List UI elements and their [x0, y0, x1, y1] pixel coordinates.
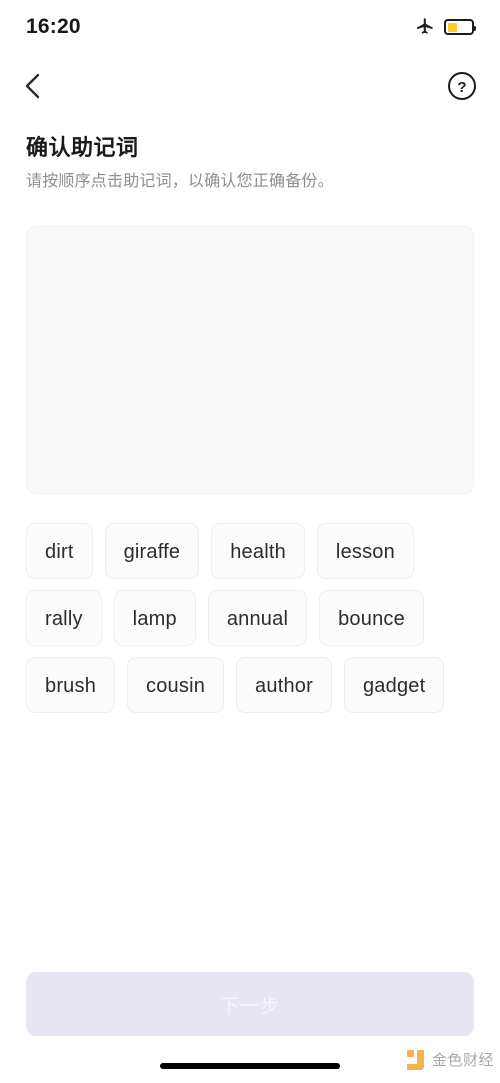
selected-words-card[interactable]: [26, 226, 474, 494]
page-subtitle: 请按顺序点击助记词，以确认您正确备份。: [26, 173, 334, 190]
word-chip-gadget[interactable]: gadget: [343, 657, 445, 713]
page-title: 确认助记词: [26, 135, 139, 160]
word-chip-rally[interactable]: rally: [26, 590, 102, 646]
back-button[interactable]: [22, 68, 58, 104]
word-chip-lesson[interactable]: lesson: [316, 523, 414, 579]
battery-icon: [444, 19, 476, 35]
next-button[interactable]: 下一步: [26, 972, 474, 1036]
watermark-text: 金色财经: [431, 1052, 494, 1069]
word-chip-lamp[interactable]: lamp: [113, 590, 196, 646]
home-indicator: [160, 1063, 340, 1069]
svg-text:?: ?: [457, 79, 466, 96]
watermark: 金色财经: [406, 1049, 494, 1070]
status-bar-indicators: [415, 17, 476, 37]
word-chip-author[interactable]: author: [236, 657, 332, 713]
word-chip-giraffe[interactable]: giraffe: [104, 523, 200, 579]
word-chip-brush[interactable]: brush: [26, 657, 116, 713]
airplane-mode-icon: [417, 18, 433, 34]
word-chip-dirt[interactable]: dirt: [26, 523, 93, 579]
chevron-left-icon: [25, 73, 40, 99]
status-bar-time: 16:20: [26, 15, 81, 38]
navigation-bar: ?: [0, 58, 500, 114]
help-button[interactable]: ?: [446, 70, 478, 102]
jinse-finance-logo-icon: [406, 1049, 424, 1070]
word-chip-cousin[interactable]: cousin: [127, 657, 225, 713]
question-mark-circle-icon: ?: [448, 72, 476, 100]
word-chip-health[interactable]: health: [211, 523, 305, 579]
word-chip-bounce[interactable]: bounce: [319, 590, 424, 646]
status-bar: 16:20: [0, 0, 500, 54]
word-chip-annual[interactable]: annual: [207, 590, 308, 646]
word-bank: dirt giraffe health lesson rally lamp annual bo…: [26, 523, 476, 713]
